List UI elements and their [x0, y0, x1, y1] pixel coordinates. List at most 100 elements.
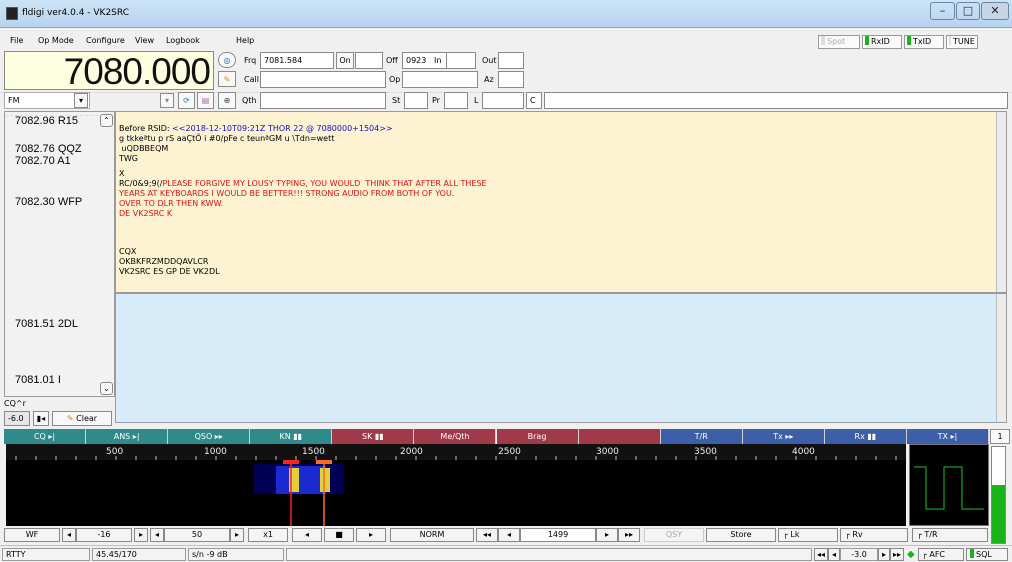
carrier-frequency[interactable]: 1499 [520, 528, 596, 542]
macro-button[interactable]: CQ ▸| [4, 429, 87, 444]
lock-toggle[interactable]: ┌ Lk [778, 528, 838, 542]
stop-button[interactable]: ■ [324, 528, 354, 542]
list-item[interactable]: 7082.30 WFP [15, 196, 82, 208]
out-field[interactable] [498, 52, 524, 69]
scroll-down-icon[interactable]: ⌄ [100, 382, 113, 395]
rate-status: 45.45/170 [92, 548, 186, 561]
mode-dropdown-icon[interactable]: ▾ [74, 93, 88, 108]
l-field[interactable] [482, 92, 524, 109]
step-icon[interactable]: ▮◂ [33, 411, 49, 426]
menu-logbook[interactable]: Logbook [166, 36, 200, 45]
rx-line: PLEASE FORGIVE MY LOUSY TYPING, YOU WOUL… [162, 179, 487, 188]
bandwidth-dropdown-icon[interactable]: ▾ [160, 93, 174, 108]
menu-help[interactable]: Help [236, 36, 254, 45]
store-button[interactable]: Store [706, 528, 776, 542]
fast-forward-button[interactable]: ▸▸ [618, 528, 640, 542]
rx-line: OVER TO DLR THEN KWW. [119, 199, 224, 208]
rx-text-pane[interactable]: Before RSID: <<2018-12-10T09:21Z THOR 22… [115, 111, 1007, 293]
range-value[interactable]: 50 [164, 528, 230, 542]
on-field[interactable] [355, 52, 383, 69]
macro-button[interactable]: ANS ▸| [86, 429, 169, 444]
macro-button[interactable]: Brag [496, 429, 579, 444]
call-field[interactable] [260, 71, 386, 88]
clear-button[interactable]: ✎ Clear [52, 411, 112, 426]
macro-button[interactable]: Tx ▸▸ [742, 429, 825, 444]
tx-text-pane[interactable] [115, 293, 1007, 423]
st-field[interactable] [404, 92, 428, 109]
macro-button[interactable]: TX ▸| [906, 429, 989, 444]
tr-toggle[interactable]: ┌ T/R [912, 528, 988, 542]
afc-fast-right-button[interactable]: ▸▸ [890, 548, 904, 561]
menu-view[interactable]: View [135, 36, 154, 45]
txid-toggle[interactable]: TxID [904, 35, 944, 49]
tune-toggle[interactable]: TUNE [946, 35, 978, 49]
afc-fast-left-button[interactable]: ◂◂ [814, 548, 828, 561]
list-item[interactable]: 7081.01 I [15, 374, 61, 386]
c-field[interactable] [544, 92, 1008, 109]
rewind-button[interactable]: ◂ [498, 528, 520, 542]
list-item[interactable]: 7082.70 A1 [15, 155, 71, 167]
fast-rewind-button[interactable]: ◂◂ [476, 528, 498, 542]
list-item[interactable]: 7082.76 QQZ [15, 143, 82, 155]
macro-button[interactable]: T/R [660, 429, 743, 444]
broom-icon[interactable]: ✎ [218, 71, 236, 87]
macro-page[interactable]: 1 [990, 429, 1010, 444]
tx-scrollbar[interactable] [996, 294, 1006, 422]
maximize-button[interactable]: □ [956, 2, 980, 20]
book-icon[interactable]: ▤ [197, 92, 214, 109]
left-button[interactable]: ◂ [292, 528, 322, 542]
macro-button[interactable]: KN ▮▮ [250, 429, 333, 444]
level-value[interactable]: -16 [76, 528, 132, 542]
range-down-button[interactable]: ◂ [150, 528, 164, 542]
rx-line: <<2018-12-10T09:21Z THOR 22 @ 7080000+15… [172, 124, 393, 133]
frequency-display[interactable]: 7080.000 [4, 51, 214, 91]
menu-file[interactable]: File [10, 36, 23, 45]
op-field[interactable] [402, 71, 478, 88]
norm-button[interactable]: NORM [390, 528, 474, 542]
mode-status[interactable]: RTTY [2, 548, 90, 561]
close-button[interactable]: ✕ [981, 2, 1009, 20]
list-item[interactable]: 7081.51 2DL [15, 318, 78, 330]
az-label: Az [484, 75, 494, 84]
macro-button[interactable]: Me/Qth [414, 429, 497, 444]
waterfall[interactable]: 500 1000 1500 2000 2500 3000 3500 4000 [6, 444, 906, 526]
afc-value[interactable]: -3.0 [840, 548, 878, 561]
rx-scrollbar[interactable] [996, 112, 1006, 292]
spot-toggle[interactable]: Spot [818, 35, 860, 49]
afc-right-button[interactable]: ▸ [878, 548, 890, 561]
wf-mode-button[interactable]: WF [4, 528, 60, 542]
on-button[interactable]: On [336, 52, 354, 69]
afc-toggle[interactable]: ┌ AFC [918, 548, 964, 561]
qsy-button[interactable]: QSY [644, 528, 704, 542]
refresh-icon[interactable]: ⟳ [178, 92, 195, 109]
pr-field[interactable] [444, 92, 468, 109]
scroll-up-icon[interactable]: ⌃ [100, 114, 113, 127]
minimize-button[interactable]: – [930, 2, 955, 20]
waterfall-canvas[interactable]: 500 1000 1500 2000 2500 3000 3500 4000 [6, 444, 906, 526]
globe-icon[interactable]: ⊕ [218, 92, 236, 109]
az-field[interactable] [498, 71, 524, 88]
qth-field[interactable] [260, 92, 386, 109]
in-field[interactable] [446, 52, 476, 69]
level-down-button[interactable]: ◂ [62, 528, 76, 542]
menu-opmode[interactable]: Op Mode [38, 36, 74, 45]
right-button[interactable]: ▸ [356, 528, 386, 542]
sql-toggle[interactable]: SQL [966, 548, 1008, 561]
rx-line: uQDBBEQM [119, 144, 169, 153]
range-up-button[interactable]: ▸ [230, 528, 244, 542]
frq-field[interactable]: 7081.584 [260, 52, 334, 69]
list-item[interactable]: 7082.96 R15 [15, 115, 78, 127]
macro-button[interactable] [578, 429, 661, 444]
macro-button[interactable]: QSO ▸▸ [168, 429, 251, 444]
rxid-toggle[interactable]: RxID [862, 35, 902, 49]
reverse-toggle[interactable]: ┌ Rv [840, 528, 908, 542]
forward-button[interactable]: ▸ [596, 528, 618, 542]
afc-left-button[interactable]: ◂ [828, 548, 840, 561]
squelch-value[interactable]: -6.0 [4, 411, 30, 426]
smeter-icon[interactable]: ◎ [218, 52, 236, 68]
macro-button[interactable]: Rx ▮▮ [824, 429, 907, 444]
zoom-button[interactable]: x1 [248, 528, 288, 542]
macro-button[interactable]: SK ▮▮ [332, 429, 415, 444]
level-up-button[interactable]: ▸ [134, 528, 148, 542]
menu-configure[interactable]: Configure [86, 36, 125, 45]
